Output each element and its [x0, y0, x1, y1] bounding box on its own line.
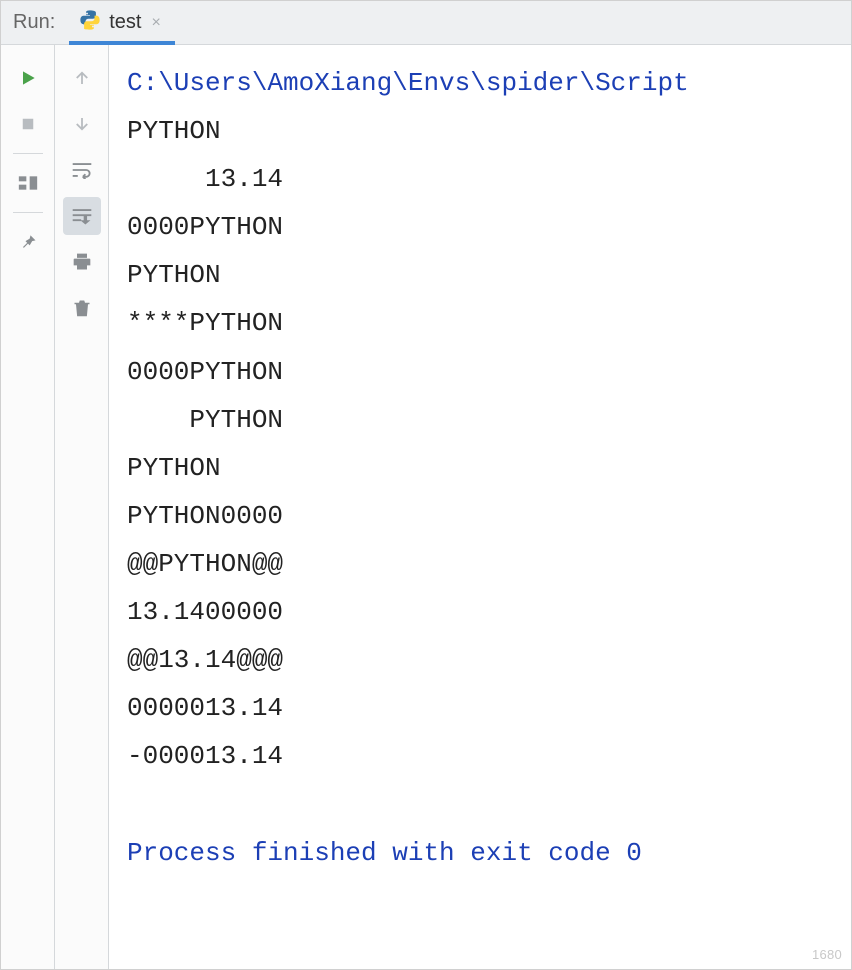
python-icon — [79, 9, 101, 37]
console-output-line: @@PYTHON@@ — [127, 549, 283, 579]
down-arrow-button[interactable] — [63, 105, 101, 143]
console-output-line: 13.14 — [127, 164, 283, 194]
run-tool-window-header: Run: test × — [1, 1, 851, 45]
up-arrow-button[interactable] — [63, 59, 101, 97]
close-icon[interactable]: × — [152, 14, 161, 32]
console-output-line: PYTHON — [127, 116, 221, 146]
run-label: Run: — [1, 11, 69, 34]
run-tab-title: test — [109, 11, 141, 34]
console-command-line: C:\Users\AmoXiang\Envs\spider\Script — [127, 68, 689, 98]
console-output-line: 0000PYTHON — [127, 212, 283, 242]
print-button[interactable] — [63, 243, 101, 281]
console-output-line: PYTHON — [127, 405, 283, 435]
console-output-line: PYTHON — [127, 260, 221, 290]
console-output-line: ****PYTHON — [127, 308, 283, 338]
soft-wrap-button[interactable] — [63, 151, 101, 189]
console-output-line: 13.1400000 — [127, 597, 283, 627]
clear-all-button[interactable] — [63, 289, 101, 327]
console-exit-line: Process finished with exit code 0 — [127, 838, 642, 868]
console-output-line: -000013.14 — [127, 741, 283, 771]
stop-button[interactable] — [9, 105, 47, 143]
layout-button[interactable] — [9, 164, 47, 202]
left-toolbar — [1, 45, 55, 969]
console-output-line: PYTHON — [127, 453, 221, 483]
run-tab-test[interactable]: test × — [69, 1, 175, 44]
console-output[interactable]: C:\Users\AmoXiang\Envs\spider\Script PYT… — [109, 45, 851, 969]
console-output-line: 0000PYTHON — [127, 357, 283, 387]
pin-button[interactable] — [9, 223, 47, 261]
console-toolbar — [55, 45, 109, 969]
console-output-line: 0000013.14 — [127, 693, 283, 723]
console-output-line: PYTHON0000 — [127, 501, 283, 531]
console-output-line: @@13.14@@@ — [127, 645, 283, 675]
rerun-button[interactable] — [9, 59, 47, 97]
scroll-to-end-button[interactable] — [63, 197, 101, 235]
